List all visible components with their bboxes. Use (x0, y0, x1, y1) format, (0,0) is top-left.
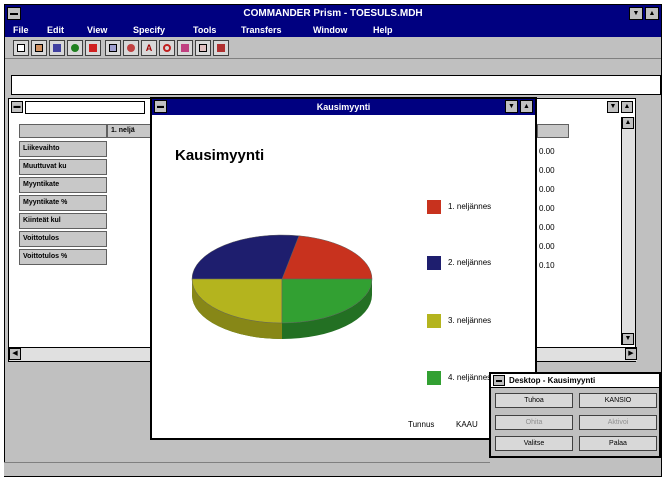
open-folder-icon[interactable] (31, 40, 47, 56)
sheet-maximize-icon[interactable]: ▲ (621, 101, 633, 113)
palaa-button[interactable]: Palaa (579, 436, 657, 451)
col-header-2[interactable] (537, 124, 569, 138)
menu-transfers[interactable]: Transfers (241, 23, 282, 37)
cell-reference-field[interactable] (25, 101, 145, 114)
col-header-1[interactable]: 1. neljä (107, 124, 155, 138)
chart-window-titlebar: ▬ Kausimyynti ▼ ▲ (152, 99, 535, 115)
dialog-titlebar: Desktop - Kausimyynti (491, 374, 659, 388)
row-label-kiinteat[interactable]: Kiinteät kul (19, 213, 107, 229)
text-icon[interactable]: A (141, 40, 157, 56)
chart-footer-value: KAAU (456, 420, 478, 429)
scroll-up-icon[interactable]: ▲ (622, 117, 634, 129)
view-icon[interactable] (105, 40, 121, 56)
sheet-minimize-icon[interactable]: ▼ (607, 101, 619, 113)
print-icon[interactable] (213, 40, 229, 56)
chart-title: Kausimyynti (175, 147, 265, 164)
legend-swatch-q3 (427, 314, 441, 328)
dialog-system-icon[interactable] (493, 375, 505, 386)
sheet-system-icon[interactable]: ▬ (11, 101, 23, 113)
cell-value[interactable]: 0.00 (539, 166, 555, 175)
chart-window: ▬ Kausimyynti ▼ ▲ Kausimyynti 1. neljänn… (150, 97, 537, 440)
menu-tools[interactable]: Tools (193, 23, 216, 37)
menu-edit[interactable]: Edit (47, 23, 64, 37)
chart-icon[interactable] (123, 40, 139, 56)
save-icon[interactable] (49, 40, 65, 56)
app-title: COMMANDER Prism - TOESULS.MDH (243, 8, 423, 19)
graph-icon[interactable] (177, 40, 193, 56)
toolbar: A (5, 37, 661, 59)
maximize-icon[interactable]: ▲ (645, 7, 659, 20)
chart-window-title: Kausimyynti (316, 102, 371, 112)
tuhoa-button[interactable]: Tuhoa (495, 393, 573, 408)
menu-window[interactable]: Window (313, 23, 347, 37)
row-label-voittotulos-pct[interactable]: Voittotulos % (19, 249, 107, 265)
vertical-scrollbar[interactable]: ▲ ▼ (621, 117, 635, 345)
legend-swatch-q4 (427, 371, 441, 385)
table-icon[interactable] (195, 40, 211, 56)
cell-value[interactable]: 0.00 (539, 242, 555, 251)
formula-bar[interactable] (11, 75, 661, 95)
row-label-muuttuvat[interactable]: Muuttuvat ku (19, 159, 107, 175)
pie-chart (191, 234, 373, 339)
scroll-left-icon[interactable]: ◀ (9, 348, 21, 360)
row-label-myyntikate-pct[interactable]: Myyntikate % (19, 195, 107, 211)
chart-footer-label: Tunnus (408, 420, 435, 429)
menu-view[interactable]: View (87, 23, 107, 37)
row-label-liikevaihto[interactable]: Liikevaihto (19, 141, 107, 157)
chart-system-icon[interactable]: ▬ (154, 100, 167, 113)
valitse-button[interactable]: Valitse (495, 436, 573, 451)
legend-swatch-q2 (427, 256, 441, 270)
menu-help[interactable]: Help (373, 23, 393, 37)
aktivoi-button[interactable]: Aktivoi (579, 415, 657, 430)
menu-bar: File Edit View Specify Tools Transfers W… (5, 23, 661, 37)
status-bar (4, 462, 490, 476)
row-label-voittotulos[interactable]: Voittotulos (19, 231, 107, 247)
add-icon[interactable] (67, 40, 83, 56)
system-menu-box[interactable] (7, 7, 21, 20)
menu-file[interactable]: File (13, 23, 29, 37)
chart-minimize-icon[interactable]: ▼ (505, 100, 518, 113)
corner-header (19, 124, 107, 138)
stop-icon[interactable] (85, 40, 101, 56)
scroll-down-icon[interactable]: ▼ (622, 333, 634, 345)
cell-value[interactable]: 0.00 (539, 223, 555, 232)
cell-value[interactable]: 0.00 (539, 147, 555, 156)
scroll-right-icon[interactable]: ▶ (625, 348, 637, 360)
pie-slice-q2 (191, 234, 300, 280)
menu-specify[interactable]: Specify (133, 23, 165, 37)
ohita-button[interactable]: Ohita (495, 415, 573, 430)
cell-value[interactable]: 0.10 (539, 261, 555, 270)
minimize-icon[interactable]: ▼ (629, 7, 643, 20)
legend-swatch-q1 (427, 200, 441, 214)
new-file-icon[interactable] (13, 40, 29, 56)
legend-label-q3: 3. neljännes (448, 316, 492, 325)
dialog-title: Desktop - Kausimyynti (509, 376, 596, 385)
legend-label-q4: 4. neljännes (448, 373, 492, 382)
legend-label-q1: 1. neljännes (448, 202, 492, 211)
chart-maximize-icon[interactable]: ▲ (520, 100, 533, 113)
refresh-icon[interactable] (159, 40, 175, 56)
desktop-dialog: Desktop - Kausimyynti Tuhoa KANSIO Ohita… (489, 372, 661, 458)
cell-value[interactable]: 0.00 (539, 204, 555, 213)
kansio-button[interactable]: KANSIO (579, 393, 657, 408)
legend-label-q2: 2. neljännes (448, 258, 492, 267)
cell-value[interactable]: 0.00 (539, 185, 555, 194)
row-label-myyntikate[interactable]: Myyntikate (19, 177, 107, 193)
app-titlebar: COMMANDER Prism - TOESULS.MDH ▼ ▲ (5, 5, 661, 23)
